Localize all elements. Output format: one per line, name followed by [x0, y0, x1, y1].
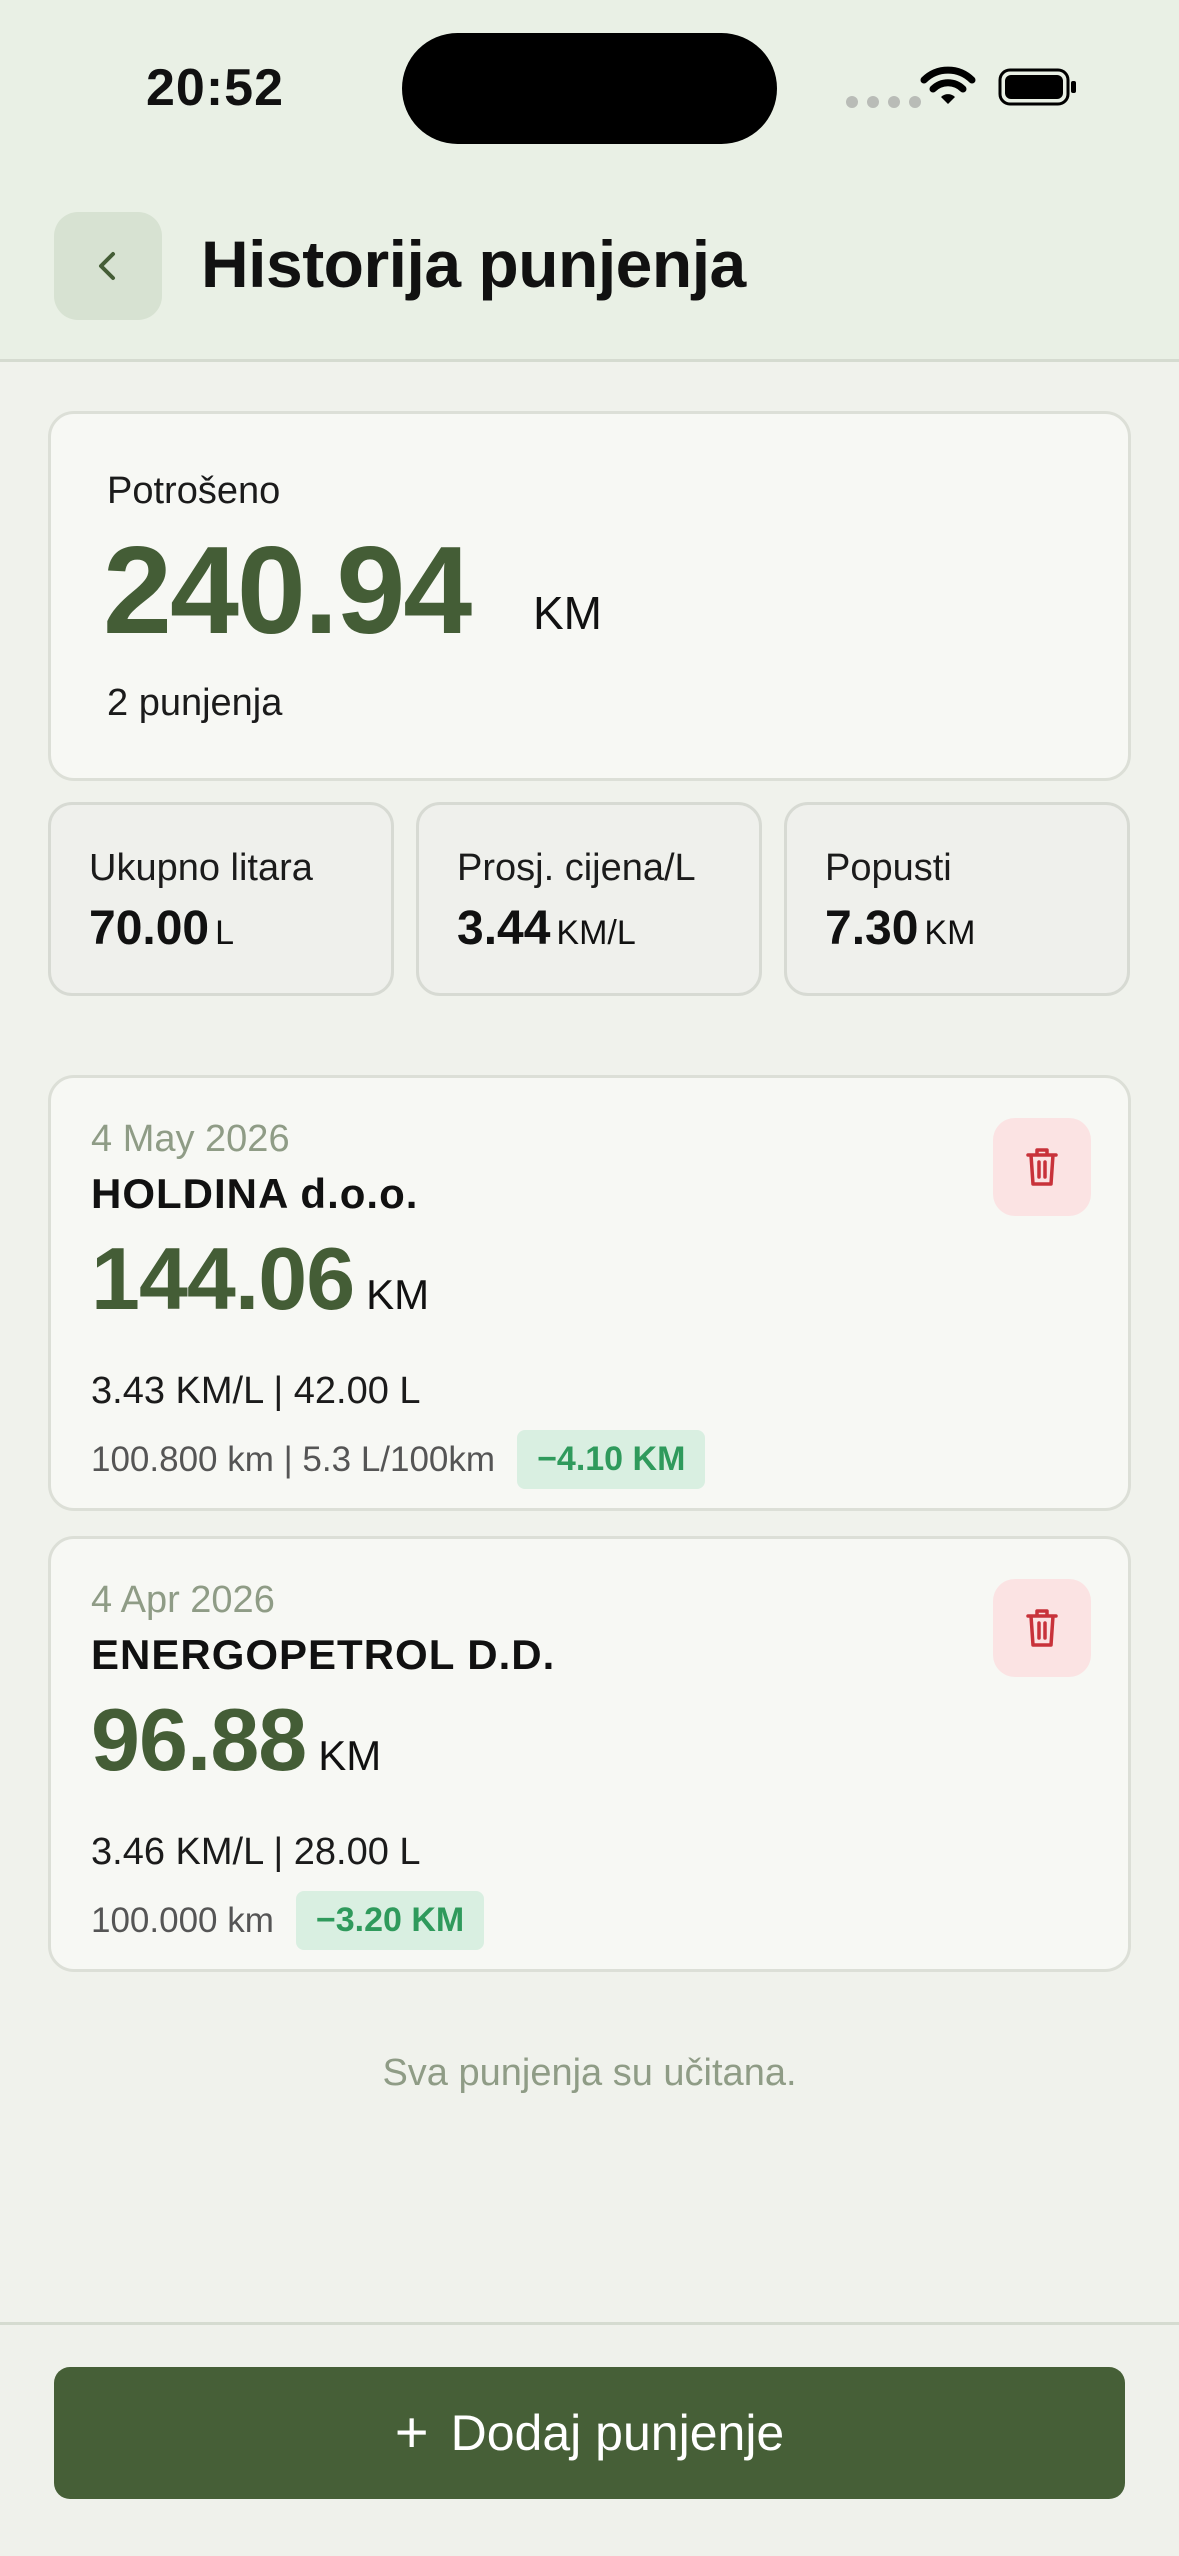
entry-unit: KM — [318, 1732, 382, 1779]
trash-icon — [1026, 1148, 1058, 1186]
wifi-icon — [920, 66, 976, 104]
stat-discounts: Popusti 7.30 KM — [784, 802, 1130, 996]
stat-label: Prosj. cijena/L — [457, 847, 696, 889]
stat-value: 7.30 — [825, 902, 919, 955]
page-title: Historija punjenja — [201, 227, 746, 301]
refuel-entry-card[interactable]: 4 Apr 2026 ENERGOPETROL D.D. 96.88 KM 3.4… — [48, 1536, 1131, 1972]
stat-value: 70.00 — [89, 902, 210, 955]
bottom-action-bar: + Dodaj punjenje — [0, 2322, 1179, 2556]
stat-value: 3.44 — [457, 902, 551, 955]
delete-button[interactable] — [993, 1118, 1091, 1216]
all-loaded-note: Sva punjenja su učitana. — [382, 2052, 797, 2094]
stat-label: Popusti — [825, 847, 952, 889]
entry-amount: 144.06 — [91, 1229, 355, 1328]
entry-amount: 96.88 — [91, 1690, 307, 1789]
entry-unit: KM — [366, 1271, 430, 1318]
entry-odometer: 100.800 km | 5.3 L/100km — [91, 1439, 496, 1479]
stat-unit: KM — [924, 914, 976, 952]
battery-icon — [998, 68, 1076, 106]
entry-date: 4 May 2026 — [91, 1118, 290, 1160]
plus-icon: + — [394, 2400, 429, 2465]
discount-badge: −4.10 KM — [517, 1430, 706, 1489]
stat-avg-price: Prosj. cijena/L 3.44 KM/L — [416, 802, 762, 996]
add-refuel-button[interactable]: + Dodaj punjenje — [54, 2367, 1125, 2499]
stat-unit: KM/L — [556, 914, 636, 952]
entry-station: ENERGOPETROL D.D. — [91, 1631, 556, 1678]
entry-price-liters: 3.43 KM/L | 42.00 L — [91, 1370, 421, 1412]
summary-total: 240.94 — [103, 522, 472, 660]
stat-unit: L — [215, 914, 235, 952]
fuel-history-screen: 20:52 Historija punjenja Potrošeno 240.9… — [0, 0, 1179, 2556]
chevron-left-icon — [99, 252, 115, 280]
refuel-count: 2 punjenja — [107, 682, 283, 724]
entry-odometer: 100.000 km — [91, 1900, 274, 1940]
header-area: 20:52 Historija punjenja — [0, 0, 1179, 362]
back-button[interactable] — [54, 212, 162, 320]
entry-price-liters: 3.46 KM/L | 28.00 L — [91, 1831, 421, 1873]
summary-unit: KM — [533, 587, 602, 639]
discount-badge: −3.20 KM — [295, 1891, 485, 1950]
entry-date: 4 Apr 2026 — [91, 1579, 275, 1621]
dynamic-island — [402, 33, 777, 144]
add-refuel-label: Dodaj punjenje — [450, 2405, 785, 2461]
summary-label: Potrošeno — [107, 470, 281, 512]
trash-icon — [1026, 1609, 1058, 1647]
stat-total-liters: Ukupno litara 70.00 L — [48, 802, 394, 996]
delete-button[interactable] — [993, 1579, 1091, 1677]
stat-label: Ukupno litara — [89, 847, 313, 889]
refuel-entry-card[interactable]: 4 May 2026 HOLDINA d.o.o. 144.06 KM 3.43 … — [48, 1075, 1131, 1511]
entry-station: HOLDINA d.o.o. — [91, 1170, 419, 1217]
spending-summary-card: Potrošeno 240.94 KM 2 punjenja — [48, 411, 1131, 781]
cellular-signal-icon — [846, 96, 921, 108]
status-time: 20:52 — [146, 59, 284, 117]
